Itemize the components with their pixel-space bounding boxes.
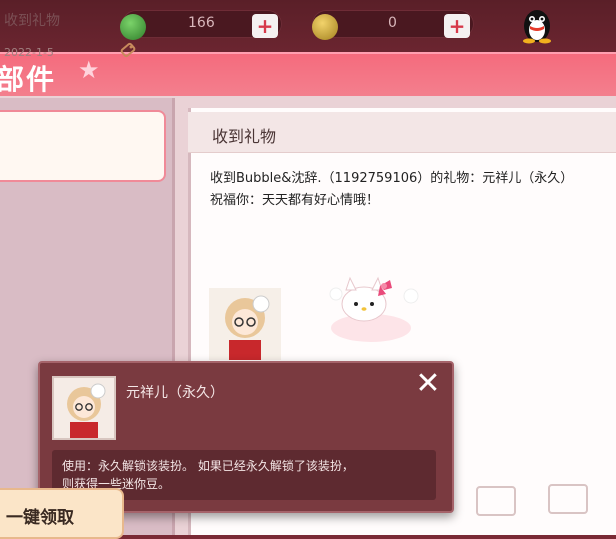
attachment-tag-icon [120, 42, 136, 58]
page-header: 部件 ★ [0, 52, 616, 100]
close-icon[interactable]: ✕ [414, 369, 442, 399]
mail-message-line-2: 祝福你：天天都有好心情哦！ [210, 193, 380, 208]
claim-all-label: 一键领取 [6, 508, 74, 528]
bottom-action-icons [470, 480, 616, 520]
currency-bar: 166 + 0 + [0, 0, 616, 52]
green-currency-amount: 166 [188, 15, 215, 31]
item-thumbnail [52, 376, 116, 440]
gold-currency-pill: 0 + [312, 10, 474, 40]
gold-coin-icon [312, 14, 338, 40]
popup-description-line-1: 使用：永久解锁该装扮。 如果已经永久解锁了该装扮， [62, 459, 354, 473]
page-title: 部件 [0, 63, 57, 96]
gift-item-avatar[interactable] [209, 288, 281, 360]
receive-attachment-icon[interactable] [548, 484, 588, 514]
delete-mail-icon[interactable] [476, 486, 516, 516]
mail-item-title: 收到礼物 [4, 13, 60, 29]
mail-item-date: 2022-1-5 [4, 46, 54, 59]
green-gem-icon [120, 14, 146, 40]
green-currency-pill: 166 + [120, 10, 282, 40]
star-decoration-icon: ★ [78, 56, 100, 84]
mail-content-title: 收到礼物 [212, 127, 277, 146]
popup-item-name: 元祥儿（永久） [126, 385, 224, 401]
qq-penguin-icon[interactable] [520, 6, 554, 44]
mail-list-item[interactable] [0, 110, 166, 182]
add-green-currency-button[interactable]: + [252, 14, 278, 38]
mail-message-line-1: 收到Bubble&沈辞.（1192759106）的礼物：元祥儿（永久） [210, 171, 574, 186]
add-gold-currency-button[interactable]: + [444, 14, 470, 38]
gold-currency-amount: 0 [388, 15, 397, 31]
hello-kitty-decoration [329, 276, 419, 342]
